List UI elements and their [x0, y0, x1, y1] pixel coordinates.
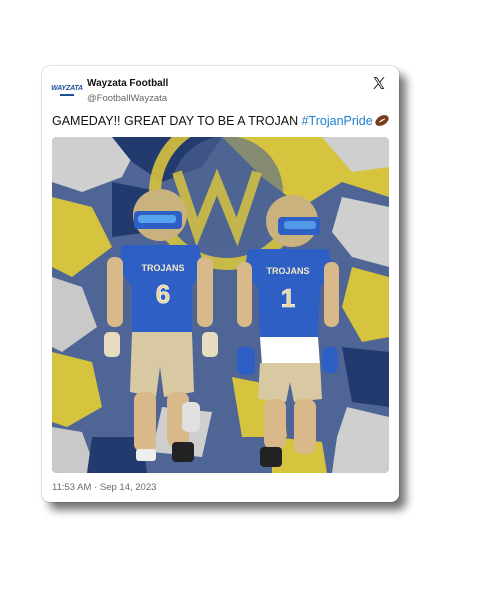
- tweet-body: GAMEDAY!! GREAT DAY TO BE A TROJAN: [52, 114, 302, 128]
- x-logo-icon[interactable]: [372, 76, 386, 90]
- avatar-wordmark: WAYZATA: [51, 84, 83, 92]
- tweet-photo[interactable]: TROJANS 6 TROJANS 1: [52, 137, 389, 473]
- photo-illustration: TROJANS 6 TROJANS 1: [52, 137, 389, 473]
- right-jersey-number: 1: [281, 283, 295, 313]
- tweet-timestamp[interactable]: 11:53 AM · Sep 14, 2023: [52, 482, 156, 493]
- hashtag-link[interactable]: #TrojanPride: [302, 114, 373, 128]
- tweet-card[interactable]: WAYZATA Wayzata Football @FootballWayzat…: [42, 66, 399, 502]
- left-jersey-number: 6: [156, 279, 170, 309]
- football-emoji-icon: [375, 115, 389, 126]
- account-handle[interactable]: @FootballWayzata: [87, 93, 167, 104]
- tweet-text: GAMEDAY!! GREAT DAY TO BE A TROJAN #Troj…: [52, 114, 390, 128]
- left-jersey-label: TROJANS: [141, 263, 184, 273]
- account-name[interactable]: Wayzata Football: [87, 78, 168, 89]
- avatar-underline: [60, 93, 74, 96]
- right-jersey-label: TROJANS: [266, 266, 309, 276]
- avatar[interactable]: WAYZATA: [51, 78, 83, 102]
